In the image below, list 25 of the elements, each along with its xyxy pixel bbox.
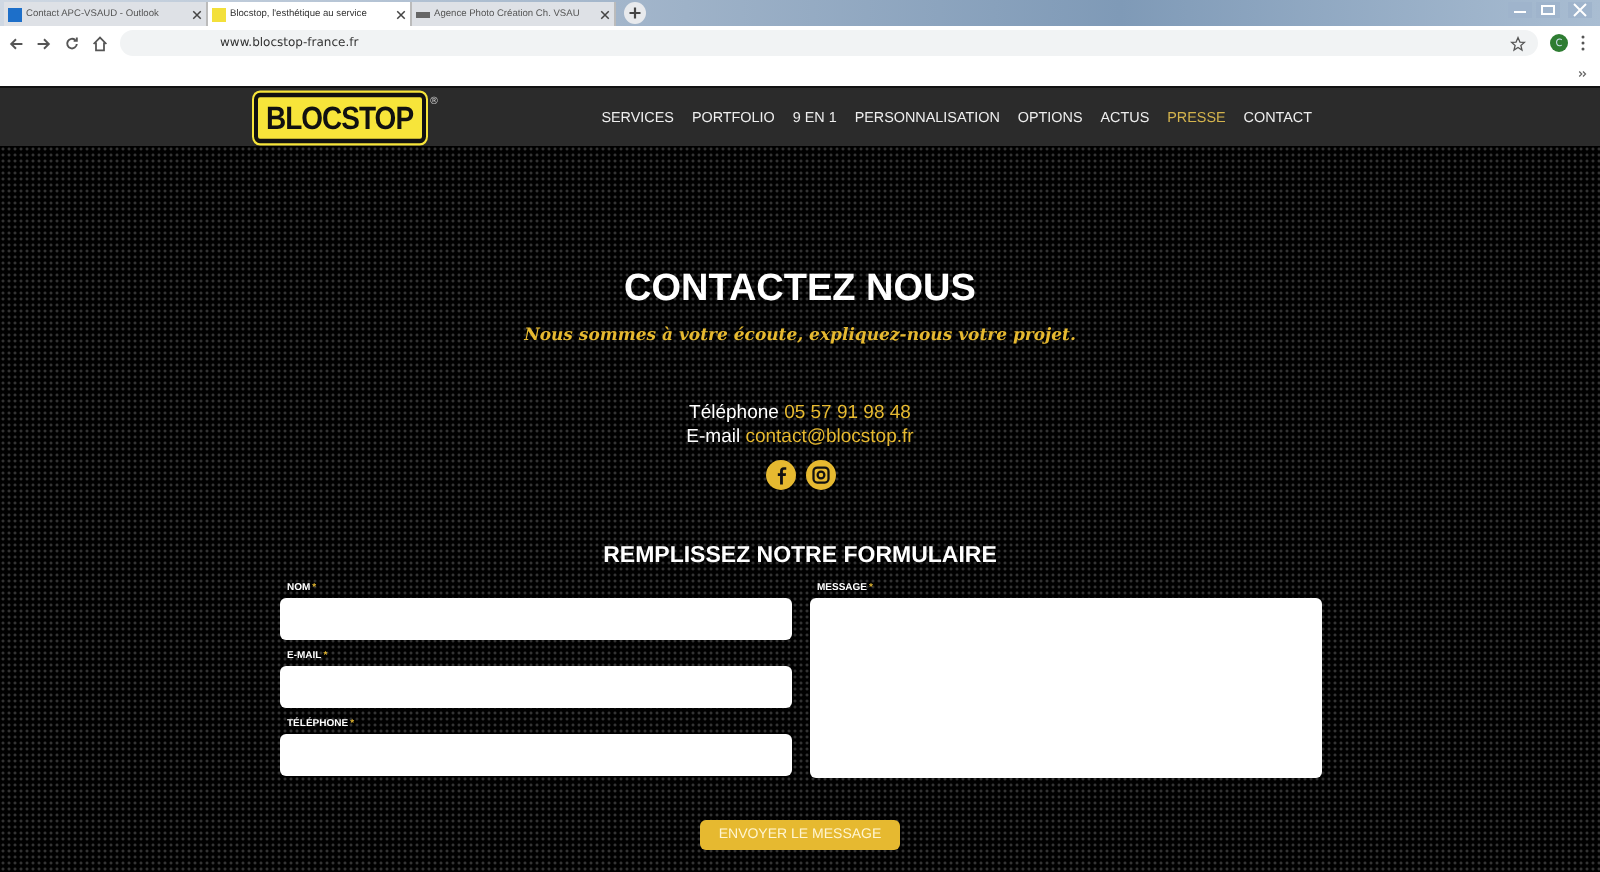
- close-icon[interactable]: [192, 9, 202, 19]
- message-field[interactable]: [809, 598, 1321, 778]
- form-title: REMPLISSEZ NOTRE FORMULAIRE: [603, 544, 997, 568]
- instagram-icon[interactable]: [805, 460, 835, 490]
- site-favicon-icon: [212, 7, 226, 21]
- back-icon[interactable]: [8, 35, 24, 51]
- input-field[interactable]: [279, 666, 791, 708]
- email-link[interactable]: contact@blocstop.fr: [745, 426, 914, 448]
- phone-link[interactable]: 05 57 91 98 48: [784, 402, 911, 424]
- star-icon[interactable]: [1510, 35, 1526, 51]
- forward-icon[interactable]: [36, 35, 52, 51]
- menu-icon[interactable]: [1580, 34, 1586, 52]
- home-icon[interactable]: [92, 35, 108, 51]
- new-tab-icon[interactable]: [624, 2, 646, 24]
- close-icon[interactable]: [600, 9, 610, 19]
- phone-label: Téléphone: [689, 402, 779, 424]
- facebook-icon[interactable]: [765, 460, 795, 490]
- email-label: E-mail: [686, 426, 741, 448]
- chevron-icon[interactable]: [1578, 69, 1588, 77]
- section-title: CONTACTEZ NOUS: [624, 268, 976, 312]
- input-field[interactable]: [279, 734, 791, 776]
- input-field[interactable]: [279, 598, 791, 640]
- close-icon[interactable]: [396, 9, 406, 19]
- reload-icon[interactable]: [64, 35, 80, 51]
- subtitle: Nous sommes à votre écoute, expliquez-nous votre projet.: [524, 326, 1076, 346]
